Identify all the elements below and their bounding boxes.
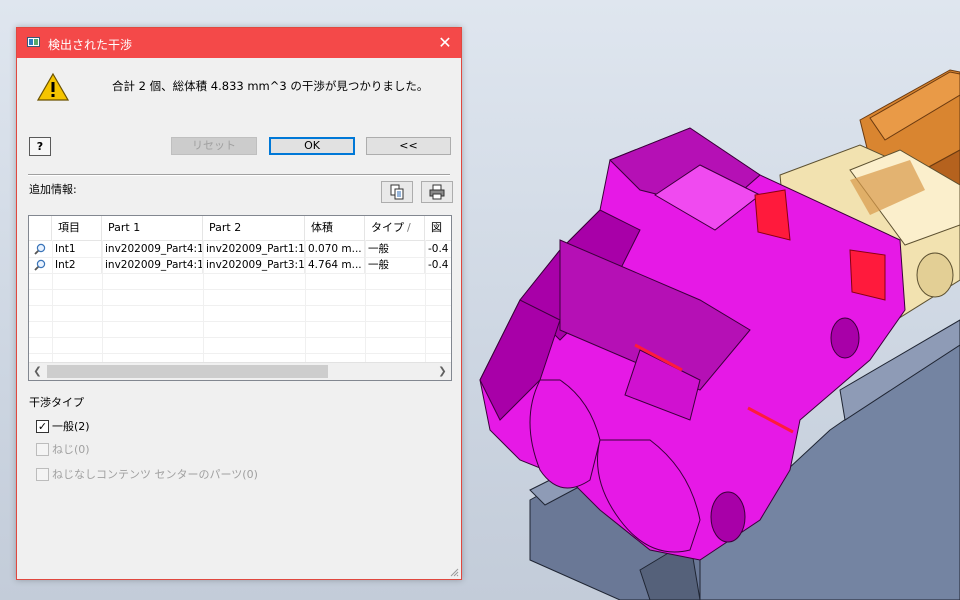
table-header: 項目 Part 1 Part 2 体積 タイプ / 図 bbox=[29, 216, 451, 241]
interference-table[interactable]: 項目 Part 1 Part 2 体積 タイプ / 図 Int1 inv2020… bbox=[28, 215, 452, 381]
sort-indicator: / bbox=[407, 221, 411, 234]
cell-part1: inv202009_Part4:1 bbox=[102, 257, 203, 273]
print-button[interactable] bbox=[421, 181, 453, 203]
cell-volume: 0.070 m... bbox=[305, 241, 365, 257]
additional-info-label: 追加情報: bbox=[29, 183, 77, 196]
dialog-titlebar[interactable]: 検出された干渉 ✕ bbox=[17, 28, 461, 58]
checkbox-label: ねじ(0) bbox=[52, 443, 90, 456]
scrollbar-thumb[interactable] bbox=[47, 365, 328, 378]
cell-part2: inv202009_Part1:1 bbox=[203, 241, 305, 257]
column-header-icon bbox=[29, 216, 52, 240]
scroll-left-arrow-icon[interactable]: ❮ bbox=[29, 363, 46, 380]
magnifier-icon[interactable] bbox=[34, 243, 46, 255]
dialog-title: 検出された干渉 bbox=[48, 38, 133, 52]
grid-line bbox=[305, 240, 306, 363]
collapse-button[interactable]: << bbox=[366, 137, 451, 155]
checkbox-box[interactable] bbox=[36, 443, 49, 456]
grid-line bbox=[425, 240, 426, 363]
checkbox-label: ねじなしコンテンツ センターのパーツ(0) bbox=[52, 468, 258, 481]
reset-button[interactable]: リセット bbox=[171, 137, 257, 155]
separator bbox=[28, 174, 450, 176]
magnifier-icon[interactable] bbox=[34, 259, 46, 271]
interference-volume bbox=[849, 249, 886, 301]
column-header-type[interactable]: タイプ / bbox=[365, 216, 425, 240]
grid-line bbox=[52, 240, 53, 363]
checkbox-box[interactable] bbox=[36, 468, 49, 481]
grid-line bbox=[102, 240, 103, 363]
horizontal-scrollbar[interactable]: ❮ ❯ bbox=[29, 362, 451, 380]
cell-item: Int2 bbox=[52, 257, 102, 273]
copy-button[interactable] bbox=[381, 181, 413, 203]
cell-part1: inv202009_Part4:1 bbox=[102, 241, 203, 257]
cell-type: 一般 bbox=[365, 241, 425, 257]
empty-row bbox=[29, 321, 451, 338]
empty-row bbox=[29, 337, 451, 354]
printer-icon bbox=[429, 184, 445, 200]
scroll-right-arrow-icon[interactable]: ❯ bbox=[434, 363, 451, 380]
grid-line bbox=[203, 240, 204, 363]
column-header-part1[interactable]: Part 1 bbox=[102, 216, 203, 240]
interference-volume bbox=[754, 189, 791, 241]
close-button[interactable]: ✕ bbox=[429, 28, 461, 58]
empty-row bbox=[29, 289, 451, 306]
column-header-part2[interactable]: Part 2 bbox=[203, 216, 305, 240]
column-header-figure[interactable]: 図 bbox=[425, 216, 451, 240]
grid-line bbox=[365, 240, 366, 363]
cell-item: Int1 bbox=[52, 241, 102, 257]
checkbox-label: 一般(2) bbox=[52, 420, 90, 433]
type-header-label: タイプ bbox=[371, 221, 404, 234]
empty-row bbox=[29, 305, 451, 322]
resize-grip-icon[interactable] bbox=[449, 567, 459, 577]
interference-type-label: 干渉タイプ bbox=[29, 396, 84, 409]
cell-figure: -0.4 bbox=[425, 241, 451, 257]
checkbox-checked-icon[interactable]: ✓ bbox=[36, 420, 49, 433]
column-header-item[interactable]: 項目 bbox=[52, 216, 102, 240]
result-message: 合計 2 個、総体積 4.833 mm^3 の干渉が見つかりました。 bbox=[112, 79, 429, 93]
help-button[interactable]: ? bbox=[29, 137, 51, 156]
empty-row bbox=[29, 273, 451, 290]
ok-button[interactable]: OK bbox=[269, 137, 355, 155]
cell-figure: -0.4 bbox=[425, 257, 451, 273]
cell-part2: inv202009_Part3:1 bbox=[203, 257, 305, 273]
cell-type: 一般 bbox=[365, 257, 425, 273]
copy-icon bbox=[390, 184, 404, 200]
table-row[interactable]: Int2 inv202009_Part4:1 inv202009_Part3:1… bbox=[29, 257, 451, 274]
cell-volume: 4.764 m... bbox=[305, 257, 365, 273]
interference-dialog: 検出された干渉 ✕ 合計 2 個、総体積 4.833 mm^3 の干渉が見つかり… bbox=[16, 27, 462, 580]
app-window-icon bbox=[27, 37, 40, 47]
column-header-volume[interactable]: 体積 bbox=[305, 216, 365, 240]
warning-icon bbox=[37, 72, 69, 101]
table-row[interactable]: Int1 inv202009_Part4:1 inv202009_Part1:1… bbox=[29, 241, 451, 258]
